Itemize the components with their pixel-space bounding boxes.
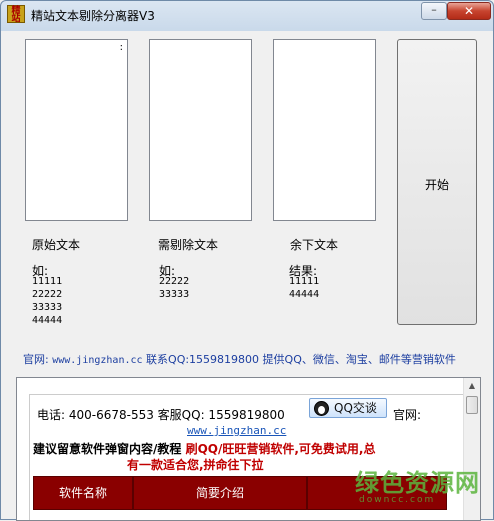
- ad-website-label: 官网:: [393, 408, 422, 422]
- original-text-box[interactable]: :: [25, 39, 128, 221]
- title-bar[interactable]: 精站 精站文本剔除分离器V3 – ✕: [1, 1, 494, 29]
- app-window: 精站 精站文本剔除分离器V3 – ✕ : 原始文本 需剔除文本 余下文本 如: …: [0, 0, 494, 521]
- remove-example-lines: 22222 33333: [159, 276, 190, 300]
- info-rest: 联系QQ:1559819800 提供QQ、微信、淘宝、邮件等营销软件: [146, 353, 456, 366]
- window-title: 精站文本剔除分离器V3: [31, 9, 155, 23]
- watermark: 绿色资源网 downcc.com: [355, 463, 479, 507]
- watermark-text: 绿色资源网: [355, 469, 480, 497]
- tab-software-name[interactable]: 软件名称: [33, 476, 133, 510]
- qq-penguin-icon: [314, 401, 329, 416]
- remove-text-box[interactable]: [149, 39, 252, 221]
- info-prefix: 官网:: [23, 353, 49, 366]
- ad-contact-text: 电话: 400-6678-553 客服QQ: 1559819800: [37, 408, 285, 422]
- minimize-button[interactable]: –: [421, 2, 447, 20]
- remaining-text-box[interactable]: [273, 39, 376, 221]
- info-url-link[interactable]: www.jingzhan.cc: [52, 355, 142, 366]
- ad-notice-line2: 有一款适合您,拼命往下拉: [127, 458, 264, 472]
- original-example-lines: 11111 22222 33333 44444: [32, 276, 63, 326]
- start-button[interactable]: 开始: [397, 39, 477, 325]
- remove-text-label: 需剔除文本: [158, 238, 219, 252]
- qq-chat-button[interactable]: QQ交谈: [309, 398, 387, 418]
- app-icon: 精站: [7, 5, 25, 24]
- info-line: 官网: www.jingzhan.cc 联系QQ:1559819800 提供QQ…: [23, 351, 456, 367]
- ad-website-link[interactable]: www.jingzhan.cc: [187, 424, 286, 437]
- tab-brief-intro[interactable]: 简要介绍: [133, 476, 307, 510]
- result-example-lines: 11111 44444: [289, 276, 320, 300]
- original-text-content: :: [119, 42, 123, 53]
- remaining-text-label: 余下文本: [290, 238, 339, 252]
- ad-notice-line1: 建议留意软件弹窗内容/教程 刷QQ/旺旺营销软件,可免费试用,总: [33, 440, 375, 457]
- scroll-thumb[interactable]: [466, 396, 478, 414]
- watermark-sub: downcc.com: [359, 495, 436, 505]
- qq-chat-label: QQ交谈: [334, 401, 377, 415]
- close-button[interactable]: ✕: [447, 2, 491, 20]
- ad-notice-black: 建议留意软件弹窗内容/教程: [33, 442, 182, 456]
- start-button-label: 开始: [424, 178, 449, 192]
- original-text-label: 原始文本: [32, 238, 81, 252]
- ad-notice-red: 刷QQ/旺旺营销软件,可免费试用,总: [181, 442, 376, 456]
- scroll-up-icon[interactable]: ▲: [466, 380, 478, 392]
